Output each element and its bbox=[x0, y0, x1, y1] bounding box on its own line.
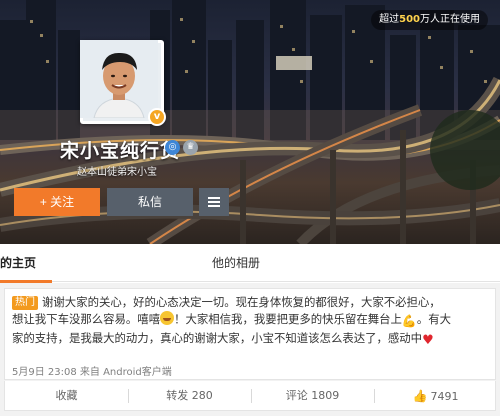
tab-home[interactable]: 的主页 bbox=[0, 244, 60, 283]
menu-button[interactable] bbox=[199, 188, 229, 216]
post-line-2b: ！大家相信我，我要把更多的快乐留在舞台上 bbox=[174, 312, 402, 326]
message-button[interactable]: 私信 bbox=[107, 188, 193, 216]
post-line-3: 家的支持，是我最大的动力，真心的谢谢大家，小宝不知道该怎么表达了，感动中 bbox=[12, 331, 423, 345]
post-meta[interactable]: 5月9日 23:08 来自 Android客户端 bbox=[12, 363, 172, 378]
heart-emoji-icon: ♥ bbox=[422, 333, 434, 348]
profile-badges: ◎ ♛ bbox=[165, 140, 198, 155]
post-line-2a: 想让我下车没那么容易。嘻嘻 bbox=[12, 312, 161, 326]
follow-button[interactable]: + 关注 bbox=[14, 188, 100, 216]
active-users-badge: 超过500万人正在使用 bbox=[371, 10, 488, 30]
crown-icon[interactable]: ♛ bbox=[183, 140, 198, 155]
weibo-verified-icon[interactable]: ◎ bbox=[165, 140, 180, 155]
tab-album[interactable]: 他的相册 bbox=[212, 244, 260, 282]
post-actions: 收藏 转发 280 评论 1809 👍 7491 bbox=[4, 381, 496, 411]
avatar-photo bbox=[80, 40, 161, 121]
post-text: 热门 谢谢大家的关心，好的心态决定一切。现在身体恢复的都很好，大家不必担心， 想让… bbox=[12, 294, 490, 349]
profile-subtitle: 赵本山徒弟宋小宝 bbox=[77, 167, 157, 178]
like-count: 7491 bbox=[430, 390, 459, 403]
strong-arm-emoji-icon: 💪 bbox=[401, 314, 417, 328]
avatar[interactable]: v bbox=[80, 40, 166, 126]
laugh-emoji-icon bbox=[160, 311, 175, 325]
post-line-1: 谢谢大家的关心，好的心态决定一切。现在身体恢复的都很好，大家不必担心， bbox=[42, 295, 441, 309]
thumbs-up-icon: 👍 bbox=[412, 389, 428, 403]
profile-cover: 超过500万人正在使用 v 宋小宝纯行货 ◎ ♛ 赵本山徒弟宋小宝 + 关注 私… bbox=[0, 0, 500, 244]
post-line-2c: 。有大 bbox=[416, 312, 452, 326]
verified-badge-icon: v bbox=[148, 108, 166, 126]
post-card: 热门 谢谢大家的关心，好的心态决定一切。现在身体恢复的都很好，大家不必担心， 想让… bbox=[4, 288, 496, 380]
hot-tag[interactable]: 热门 bbox=[12, 296, 38, 310]
profile-tabs: 的主页 他的相册 bbox=[0, 244, 500, 283]
comment-button[interactable]: 评论 1809 bbox=[251, 381, 374, 411]
like-button[interactable]: 👍 7491 bbox=[374, 381, 497, 411]
favorite-button[interactable]: 收藏 bbox=[5, 381, 128, 411]
repost-button[interactable]: 转发 280 bbox=[128, 381, 251, 411]
